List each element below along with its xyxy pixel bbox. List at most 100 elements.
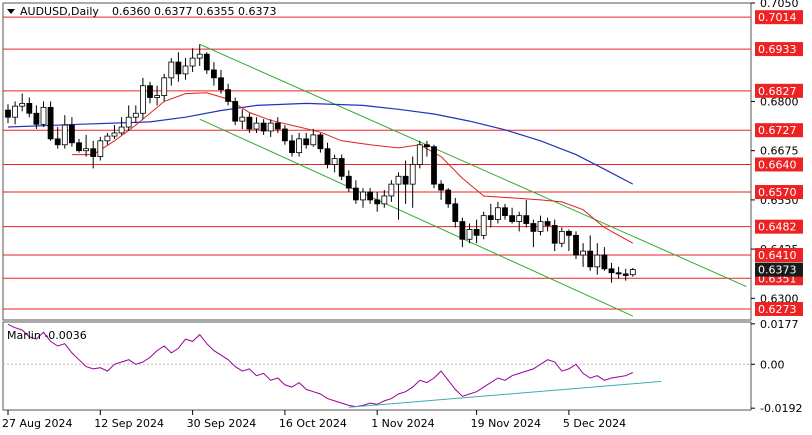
candle-body [459, 221, 466, 240]
level-tag: 0.6410 [755, 248, 803, 263]
level-tag: 0.7014 [755, 10, 803, 25]
candle-body [289, 140, 295, 154]
candle-body [416, 144, 423, 165]
candle-body [168, 61, 175, 79]
candle-body [83, 148, 89, 152]
candle-body [281, 128, 288, 142]
level-tag: 0.6933 [755, 42, 803, 57]
level-tag-label: 0.6640 [758, 158, 797, 171]
candle-body [33, 112, 40, 125]
chart-canvas[interactable]: 0.70500.68000.66750.65500.64250.63000.70… [0, 0, 812, 435]
candle-body [345, 175, 352, 189]
level-tag: 0.6827 [755, 83, 803, 98]
symbol-label: AUDUSD,Daily [20, 5, 99, 18]
candle-body [431, 146, 437, 185]
candle-body [523, 215, 530, 224]
time-tick-label: 12 Sep 2024 [94, 417, 164, 430]
candle-body [147, 85, 153, 98]
candle-body [274, 122, 281, 130]
level-tag-label: 0.7014 [758, 11, 797, 24]
candle-body [225, 89, 232, 102]
indicator-name: Marlin -0.0036 [7, 329, 87, 342]
candle-body [132, 112, 139, 118]
candle-body [76, 142, 82, 152]
candle-body [352, 187, 359, 201]
candle-body [466, 229, 473, 240]
candle-body [423, 144, 430, 148]
candle-body [40, 106, 47, 125]
candle-body [310, 134, 317, 146]
candle-body [480, 215, 487, 236]
candle-body [622, 273, 629, 276]
candle [431, 144, 437, 189]
candle-body [118, 126, 125, 134]
candle [97, 136, 104, 161]
candle-body [402, 175, 409, 185]
candle-body [175, 61, 182, 75]
indicator-tick-label: -0.0192 [760, 402, 802, 415]
candle-body [210, 69, 217, 79]
candle-body [196, 53, 203, 59]
level-tag: 0.6640 [755, 157, 803, 172]
indicator-panel: Marlin -0.0036 0.0177 0.00 -0.0192 [2, 318, 802, 415]
ohlc-readout: 0.6360 0.6377 0.6355 0.6373 [112, 5, 276, 18]
candle-body [629, 269, 636, 276]
candle-body [438, 183, 445, 191]
time-tick-label: 5 Dec 2024 [563, 417, 626, 430]
candle-body [473, 229, 480, 236]
level-tag-label: 0.6273 [758, 303, 797, 316]
candle-body [338, 158, 345, 177]
candle-body [161, 77, 168, 96]
candle-body [139, 85, 146, 114]
time-tick-label: 19 Nov 2024 [471, 417, 541, 430]
level-tag: 0.6727 [755, 123, 803, 138]
time-tick-label: 27 Aug 2024 [2, 417, 72, 430]
candle-body [502, 207, 508, 217]
candle [338, 154, 345, 181]
time-tick-label: 16 Oct 2024 [279, 417, 347, 430]
price-plot-frame [2, 2, 752, 321]
candle-body [47, 106, 54, 140]
candle [416, 140, 423, 169]
candle-body [189, 57, 196, 67]
candle [573, 231, 579, 259]
candle-body [573, 234, 579, 256]
candle-body [19, 103, 26, 107]
current-price-label: 0.6373 [758, 264, 797, 277]
candle-body [587, 250, 594, 268]
candle-body [594, 254, 601, 268]
candle-body [360, 191, 366, 201]
level-tag: 0.6570 [755, 185, 803, 200]
price-axis: 0.70500.68000.66750.65500.64250.63000.70… [751, 0, 803, 316]
candle-body [154, 95, 161, 98]
indicator-tick-label: 0.00 [760, 358, 785, 371]
candle-body [324, 148, 331, 165]
candle-body [530, 223, 537, 232]
level-tag-label: 0.6727 [758, 124, 797, 137]
candle-body [487, 215, 494, 220]
candle-body [69, 124, 75, 144]
candle-body [61, 124, 68, 146]
candle-body [303, 138, 310, 146]
level-tag-label: 0.6482 [758, 221, 797, 234]
candle-body [232, 101, 239, 122]
candle-body [296, 138, 303, 154]
candle-body [182, 65, 189, 75]
level-tag: 0.6273 [755, 301, 803, 316]
candle-body [203, 53, 210, 71]
indicator-tick-label: 0.0177 [760, 318, 799, 331]
candle-body [26, 103, 33, 114]
candle [47, 101, 54, 141]
candle-body [111, 132, 118, 137]
price-tick-label: 0.6675 [760, 145, 799, 158]
candle-body [509, 215, 516, 222]
candle-body [409, 164, 416, 185]
time-tick-label: 1 Nov 2024 [371, 417, 434, 430]
candle-body [494, 207, 501, 220]
candle-body [317, 134, 324, 150]
level-tag: 0.6482 [755, 219, 803, 234]
candle-body [452, 203, 459, 222]
candle-body [90, 148, 97, 157]
candle-body [260, 122, 267, 132]
candle-body [566, 230, 572, 236]
